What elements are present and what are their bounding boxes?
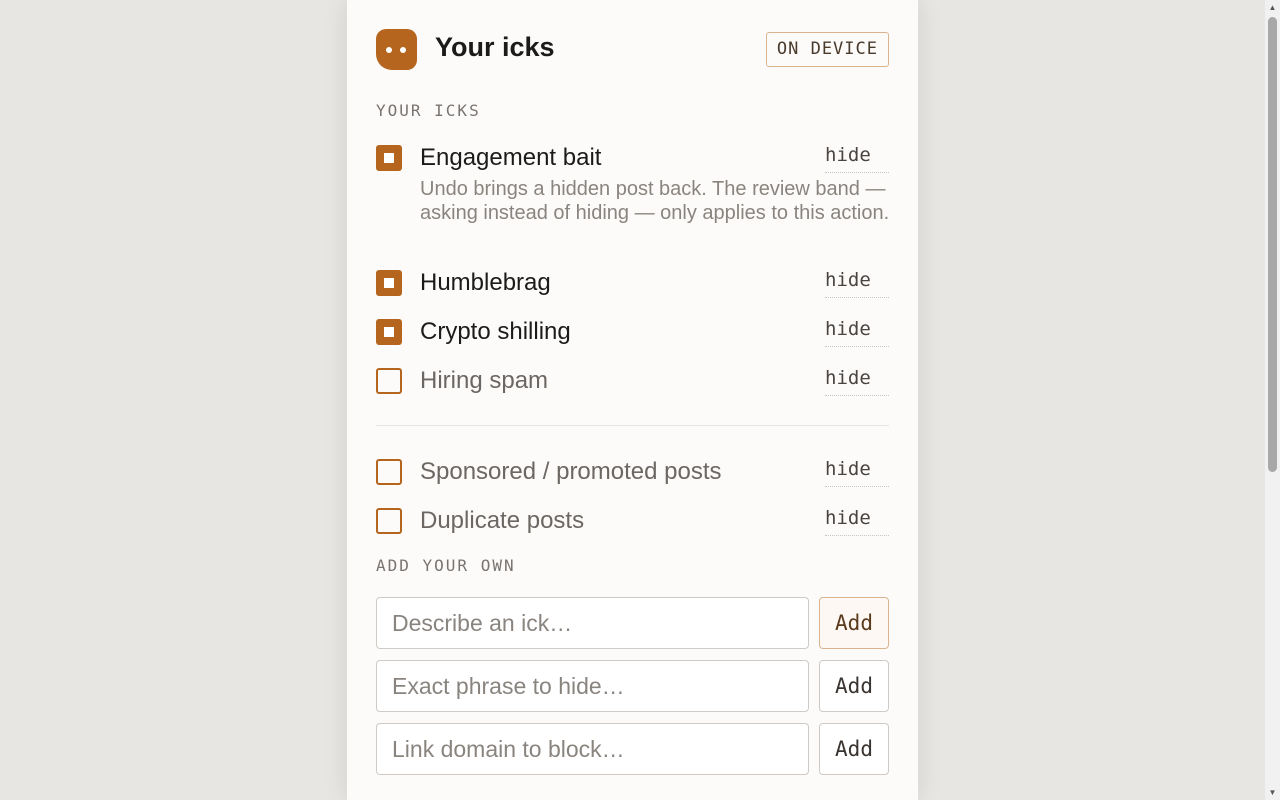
- logo-right-eye: [400, 47, 406, 53]
- ick-label: Engagement bait: [420, 144, 602, 171]
- ick-action-select[interactable]: hide: [825, 367, 889, 396]
- ick-checkbox[interactable]: [376, 459, 402, 485]
- ghost-face-icon: [376, 29, 417, 70]
- panel-header: Your icks ON DEVICE: [376, 29, 889, 70]
- ick-action-select[interactable]: hide: [825, 144, 889, 173]
- add-phrase-button[interactable]: Add: [819, 660, 889, 712]
- ick-checkbox[interactable]: [376, 508, 402, 534]
- add-domain-row: Add: [376, 723, 889, 775]
- page-scrollbar[interactable]: ▲ ▼: [1265, 0, 1280, 800]
- describe-ick-input[interactable]: [376, 597, 809, 649]
- ick-label: Duplicate posts: [420, 507, 585, 534]
- settings-panel: Your icks ON DEVICE YOUR ICKS Engagement…: [347, 0, 918, 800]
- on-device-badge: ON DEVICE: [765, 32, 889, 67]
- scrollbar-thumb[interactable]: [1268, 17, 1277, 472]
- ick-checkbox[interactable]: [376, 145, 402, 171]
- page-title: Your icks: [435, 32, 555, 62]
- scroll-up-arrow-icon[interactable]: ▲: [1265, 0, 1280, 15]
- ick-action-select[interactable]: hide: [825, 458, 889, 487]
- section-divider: [376, 425, 889, 426]
- add-domain-button[interactable]: Add: [819, 723, 889, 775]
- logo-left-eye: [386, 47, 392, 53]
- ick-checkbox[interactable]: [376, 368, 402, 394]
- panel-content: Your icks ON DEVICE YOUR ICKS Engagement…: [376, 0, 889, 800]
- add-phrase-row: Add: [376, 660, 889, 712]
- add-ick-button[interactable]: Add: [819, 597, 889, 649]
- ick-checkbox[interactable]: [376, 319, 402, 345]
- exact-phrase-input[interactable]: [376, 660, 809, 712]
- scroll-down-arrow-icon[interactable]: ▼: [1265, 785, 1280, 800]
- ick-action-select[interactable]: hide: [825, 269, 889, 298]
- ick-action-select[interactable]: hide: [825, 507, 889, 536]
- ick-description: Undo brings a hidden post back. The revi…: [420, 178, 890, 224]
- ick-label: Hiring spam: [420, 367, 549, 394]
- section-label-add: ADD YOUR OWN: [376, 556, 516, 575]
- add-ick-row: Add: [376, 597, 889, 649]
- ick-label: Crypto shilling: [420, 318, 571, 345]
- section-label-icks: YOUR ICKS: [376, 101, 481, 120]
- ick-label: Humblebrag: [420, 269, 551, 296]
- ick-label: Sponsored / promoted posts: [420, 458, 722, 485]
- link-domain-input[interactable]: [376, 723, 809, 775]
- ick-checkbox[interactable]: [376, 270, 402, 296]
- ick-action-select[interactable]: hide: [825, 318, 889, 347]
